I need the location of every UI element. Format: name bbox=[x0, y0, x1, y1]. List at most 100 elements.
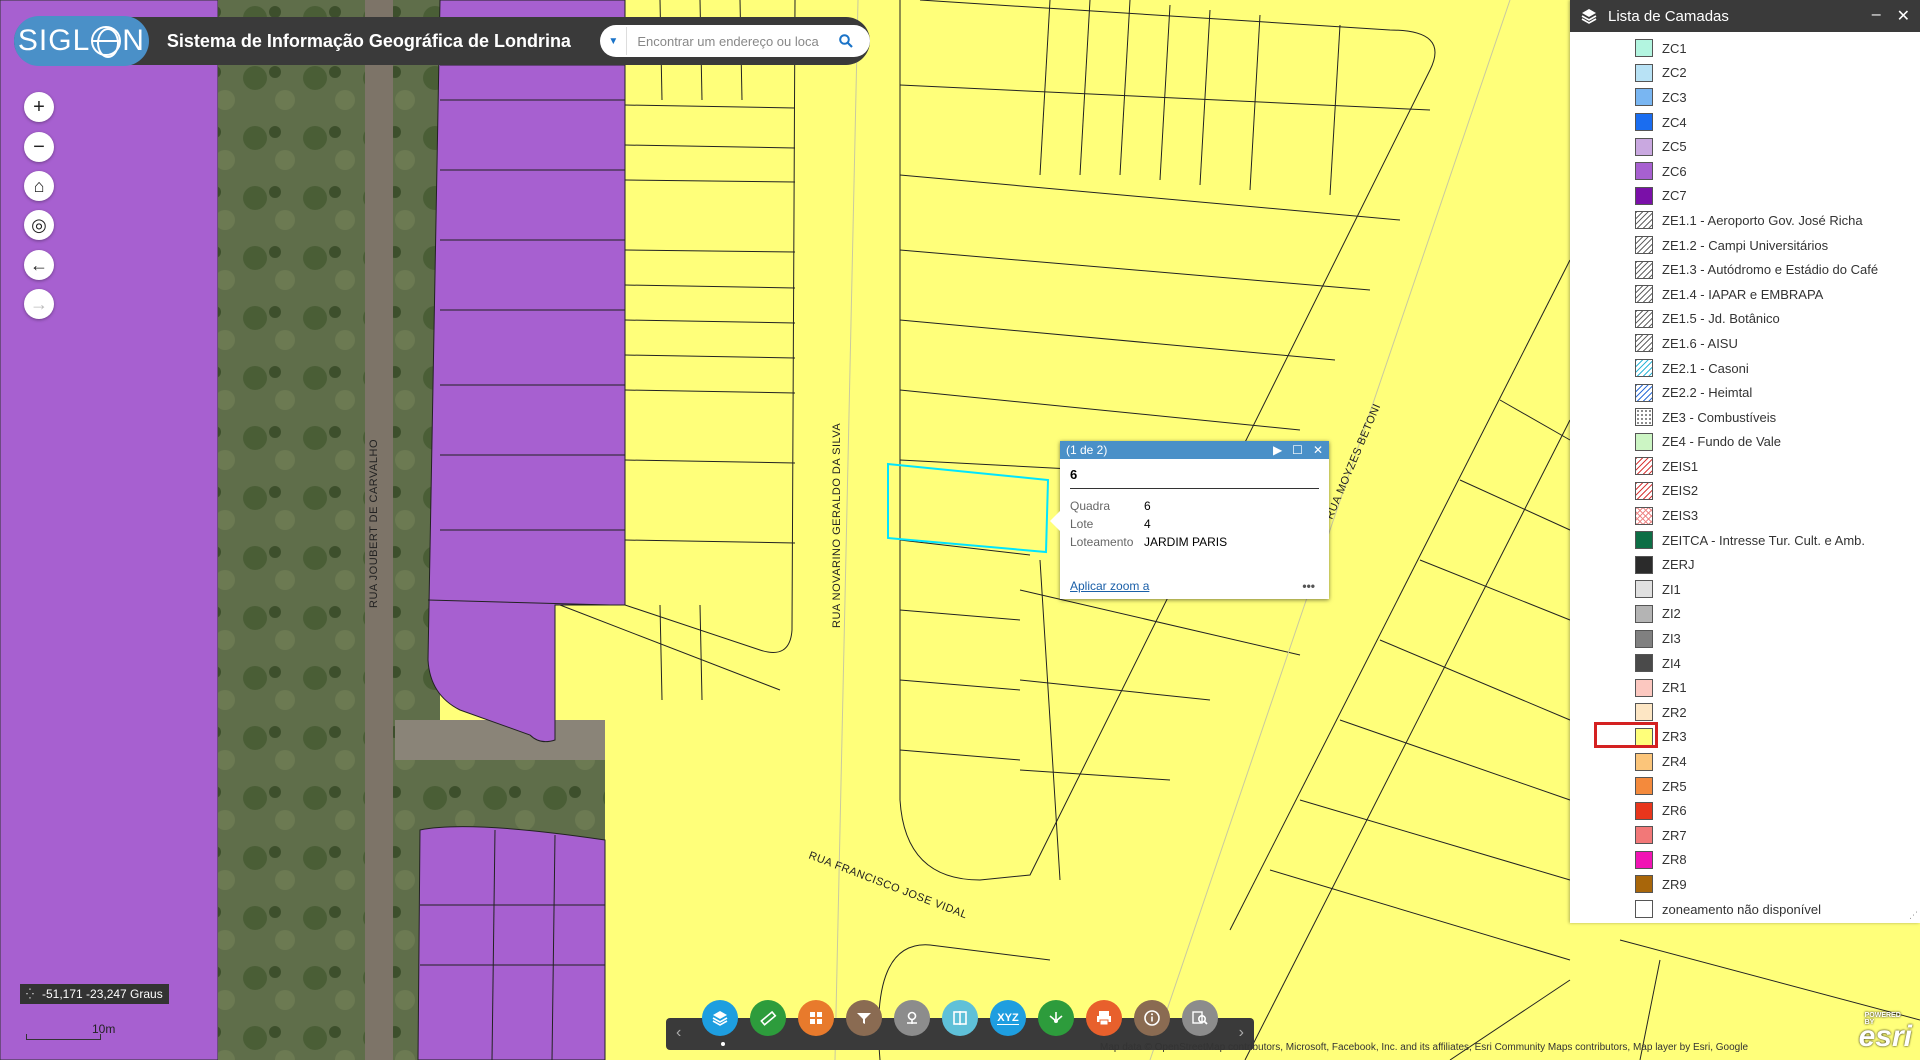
legend-label: ZC1 bbox=[1662, 40, 1687, 56]
street-label: RUA JOUBERT DE CARVALHO bbox=[368, 439, 380, 608]
table-row: Loteamento JARDIM PARIS bbox=[1070, 535, 1228, 549]
legend-item: ZC4 bbox=[1570, 110, 1920, 135]
legend-item: ZE2.1 - Casoni bbox=[1570, 356, 1920, 381]
legend-item: ZERJ bbox=[1570, 552, 1920, 577]
coordinate-text: -51,171 -23,247 Graus bbox=[41, 987, 163, 1001]
home-button[interactable]: ⌂ bbox=[24, 171, 54, 201]
share-icon bbox=[1049, 1012, 1063, 1023]
legend-item: ZR1 bbox=[1570, 675, 1920, 700]
legend-item: ZI1 bbox=[1570, 577, 1920, 602]
scale-bar: 10m bbox=[26, 1022, 115, 1042]
legend-swatch bbox=[1635, 531, 1653, 550]
share-tool[interactable] bbox=[1038, 1000, 1074, 1036]
search-source-dropdown[interactable]: ▼ bbox=[600, 36, 626, 47]
esri-logo: POWERED BY esri bbox=[1858, 1012, 1912, 1053]
legend-swatch bbox=[1635, 900, 1653, 919]
coordinates-tool[interactable]: XYZ bbox=[990, 1000, 1026, 1036]
swipe-tool[interactable] bbox=[942, 1000, 978, 1036]
query-tool[interactable] bbox=[846, 1000, 882, 1036]
legend-item: ZE1.5 - Jd. Botânico bbox=[1570, 307, 1920, 332]
legend-swatch bbox=[1635, 137, 1653, 156]
ruler-icon bbox=[760, 1010, 777, 1026]
arrow-right-icon: → bbox=[30, 293, 48, 314]
legend-swatch bbox=[1635, 629, 1653, 648]
legend-label: ZE1.1 - Aeroporto Gov. José Richa bbox=[1662, 212, 1863, 228]
xyz-icon: XYZ bbox=[997, 1011, 1019, 1025]
zoom-to-link[interactable]: Aplicar zoom a bbox=[1070, 579, 1149, 593]
zoom-out-button[interactable]: − bbox=[24, 132, 54, 162]
legend-item: ZC6 bbox=[1570, 159, 1920, 184]
legend-label: ZE2.1 - Casoni bbox=[1662, 360, 1749, 376]
legend-item: ZEIS2 bbox=[1570, 479, 1920, 504]
toolbar-prev-icon[interactable]: ‹ bbox=[676, 1024, 681, 1042]
legend-label: ZR6 bbox=[1662, 803, 1687, 819]
legend-label: ZR3 bbox=[1662, 729, 1687, 745]
legend-label: ZE1.5 - Jd. Botânico bbox=[1662, 311, 1780, 327]
legend-swatch bbox=[1635, 654, 1653, 673]
legend-label: ZI3 bbox=[1662, 631, 1681, 647]
legend-label: ZR2 bbox=[1662, 704, 1687, 720]
siglon-logo[interactable]: SIGL N bbox=[14, 16, 149, 66]
logo-text: SIGL bbox=[17, 24, 91, 57]
legend-item: ZE1.6 - AISU bbox=[1570, 331, 1920, 356]
measure-tool[interactable] bbox=[750, 1000, 786, 1036]
close-icon[interactable]: ✕ bbox=[1313, 443, 1323, 457]
search-button[interactable] bbox=[826, 25, 866, 57]
legend-label: ZR9 bbox=[1662, 876, 1687, 892]
legend-swatch bbox=[1635, 186, 1653, 205]
resize-handle-icon[interactable]: ⋰ bbox=[1909, 910, 1918, 921]
legend-swatch bbox=[1635, 432, 1653, 451]
legend-swatch bbox=[1635, 88, 1653, 107]
search-icon bbox=[839, 34, 854, 48]
legend-swatch bbox=[1635, 727, 1653, 746]
legend-swatch bbox=[1635, 555, 1653, 574]
legend-item: ZI4 bbox=[1570, 651, 1920, 676]
locate-tool[interactable] bbox=[894, 1000, 930, 1036]
legend-swatch bbox=[1635, 408, 1653, 427]
print-tool[interactable] bbox=[1086, 1000, 1122, 1036]
legend-item: ZC3 bbox=[1570, 85, 1920, 110]
next-feature-icon[interactable]: ▶ bbox=[1273, 443, 1282, 457]
legend-label: ZR4 bbox=[1662, 754, 1687, 770]
legend-label: ZE1.4 - IAPAR e EMBRAPA bbox=[1662, 286, 1824, 302]
zoom-in-button[interactable]: + bbox=[24, 92, 54, 122]
info-tool[interactable] bbox=[1134, 1000, 1170, 1036]
print-icon bbox=[1097, 1011, 1111, 1026]
legend-label: ZE2.2 - Heimtal bbox=[1662, 385, 1753, 401]
legend-swatch bbox=[1635, 113, 1653, 132]
search-input[interactable] bbox=[626, 27, 827, 55]
coordinate-readout[interactable]: ⁛ -51,171 -23,247 Graus bbox=[20, 984, 169, 1004]
legend-item: ZE4 - Fundo de Vale bbox=[1570, 430, 1920, 455]
chevron-down-icon: ▼ bbox=[608, 35, 619, 47]
app-title: Sistema de Informação Geográfica de Lond… bbox=[166, 30, 571, 51]
filter-icon bbox=[857, 1013, 871, 1024]
legend-swatch bbox=[1635, 260, 1653, 279]
legend-item: ZEIS1 bbox=[1570, 454, 1920, 479]
close-icon[interactable]: ✕ bbox=[1897, 6, 1910, 26]
legend-label: ZR5 bbox=[1662, 778, 1687, 794]
legend-label: ZERJ bbox=[1662, 557, 1695, 573]
maximize-icon[interactable]: ☐ bbox=[1292, 443, 1303, 457]
legend-item: ZC7 bbox=[1570, 184, 1920, 209]
basemap-tool[interactable] bbox=[798, 1000, 834, 1036]
panel-title: Lista de Camadas bbox=[1608, 7, 1729, 25]
arrow-left-icon: ← bbox=[30, 254, 48, 275]
globe-icon bbox=[91, 26, 122, 58]
map-attribution: Map data © OpenStreetMap contributors, M… bbox=[1100, 1042, 1749, 1053]
layers-tool[interactable] bbox=[702, 1000, 738, 1036]
legend-item: ZR6 bbox=[1570, 798, 1920, 823]
layers-icon bbox=[712, 1011, 728, 1026]
back-extent-button[interactable]: ← bbox=[24, 250, 54, 280]
minimize-icon[interactable]: – bbox=[1872, 6, 1881, 26]
legend-label: ZI2 bbox=[1662, 606, 1681, 622]
toolbar-next-icon[interactable]: › bbox=[1239, 1024, 1244, 1042]
search-tool[interactable] bbox=[1182, 1000, 1218, 1036]
legend-item: ZE3 - Combustíveis bbox=[1570, 405, 1920, 430]
locate-button[interactable]: ◎ bbox=[24, 210, 54, 240]
legend-swatch bbox=[1635, 162, 1653, 181]
legend-item: ZR7 bbox=[1570, 823, 1920, 848]
legend-swatch bbox=[1635, 826, 1653, 845]
more-options-icon[interactable]: ••• bbox=[1302, 579, 1315, 593]
forward-extent-button[interactable]: → bbox=[24, 289, 54, 319]
legend-label: ZR7 bbox=[1662, 827, 1687, 843]
